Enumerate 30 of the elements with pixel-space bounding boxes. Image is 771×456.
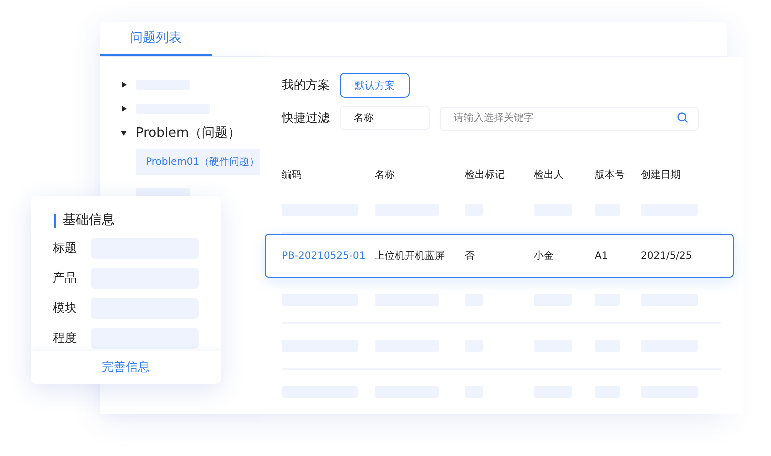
column-header: 创建日期 xyxy=(641,168,682,182)
scheme-label: 我的方案 xyxy=(282,77,330,94)
table-cell-text: 上位机开机蓝屏 xyxy=(375,250,446,263)
field-label: 程度 xyxy=(53,330,77,347)
code-link[interactable]: PB-20210525-01 xyxy=(282,250,375,262)
tree-item[interactable]: Problem（问题） xyxy=(136,124,242,142)
caret-icon[interactable] xyxy=(121,82,127,88)
filter-label: 快捷过滤 xyxy=(282,110,330,126)
caret-icon[interactable] xyxy=(121,106,127,112)
card-title: 基础信息 xyxy=(54,214,221,228)
table-cell-text: 小金 xyxy=(534,250,555,263)
table-cell-text: 否 xyxy=(465,250,476,263)
table-row[interactable]: PB-20210525-01 上位机开机蓝屏 否 小金 A1 2021/5/25 xyxy=(265,234,734,278)
search-field[interactable]: 请输入选择关键字 xyxy=(440,106,699,130)
table-cell-text: A1 xyxy=(595,250,610,262)
caret-icon[interactable] xyxy=(121,130,127,136)
column-header: 版本号 xyxy=(595,168,626,182)
complete-info-button[interactable]: 完善信息 xyxy=(31,351,221,384)
table-cell-text: 2021/5/25 xyxy=(641,250,694,262)
field-label: 标题 xyxy=(53,240,77,257)
field-label: 模块 xyxy=(53,300,77,317)
column-header: 名称 xyxy=(375,169,396,182)
filter-field-select[interactable]: 名称 xyxy=(340,106,430,130)
default-scheme-button[interactable]: 默认方案 xyxy=(340,73,410,98)
column-header: 检出标记 xyxy=(465,168,506,182)
field-label: 产品 xyxy=(53,270,77,287)
column-header: 编码 xyxy=(282,168,303,182)
tree-item[interactable]: Problem01（硬件问题） xyxy=(136,149,260,175)
search-icon[interactable] xyxy=(677,112,689,124)
column-header: 检出人 xyxy=(534,168,565,182)
